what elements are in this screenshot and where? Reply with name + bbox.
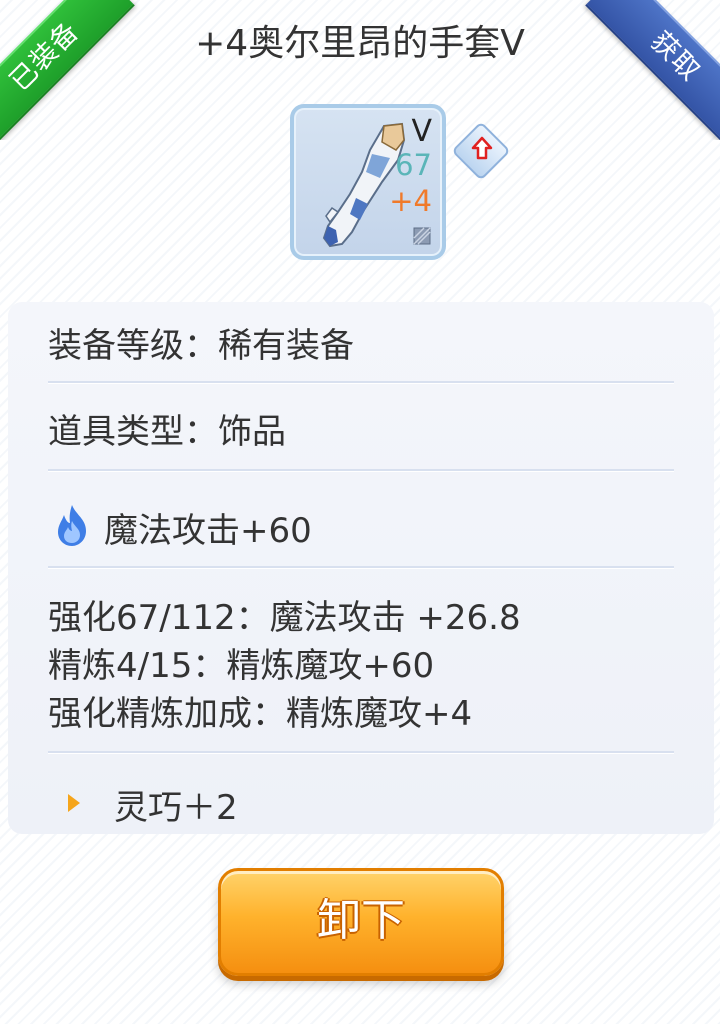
slot-icon <box>413 227 431 245</box>
arrow-up-icon[interactable] <box>470 134 494 164</box>
equipped-label: 已装备 <box>0 0 135 140</box>
enhance-text: 强化67/112：魔法攻击 +26.8 <box>48 598 521 638</box>
type-text: 道具类型：饰品 <box>48 412 286 452</box>
fire-icon <box>58 505 86 546</box>
bonus-text: 强化精炼加成：精炼魔攻+4 <box>48 694 473 734</box>
divider <box>48 566 674 569</box>
extra-stat-text: 灵巧＋2 <box>114 788 238 828</box>
divider <box>48 751 674 754</box>
divider <box>48 381 674 384</box>
bullet-arrow-icon <box>68 794 80 812</box>
tier-label: V <box>411 114 432 149</box>
unequip-button[interactable]: 卸下 <box>218 868 504 976</box>
enhance-level-label: 67 <box>395 148 432 182</box>
obtain-label[interactable]: 获取 <box>585 0 720 140</box>
refine-label: +4 <box>389 184 432 218</box>
equipped-ribbon: 已装备 <box>0 0 140 140</box>
grade-text: 装备等级：稀有装备 <box>48 326 354 366</box>
obtain-ribbon[interactable]: 获取 <box>580 0 720 140</box>
refine-text: 精炼4/15：精炼魔攻+60 <box>48 646 435 686</box>
item-icon-frame: V 67 +4 <box>290 104 446 260</box>
divider <box>48 469 674 472</box>
base-stat-text: 魔法攻击+60 <box>104 511 312 551</box>
